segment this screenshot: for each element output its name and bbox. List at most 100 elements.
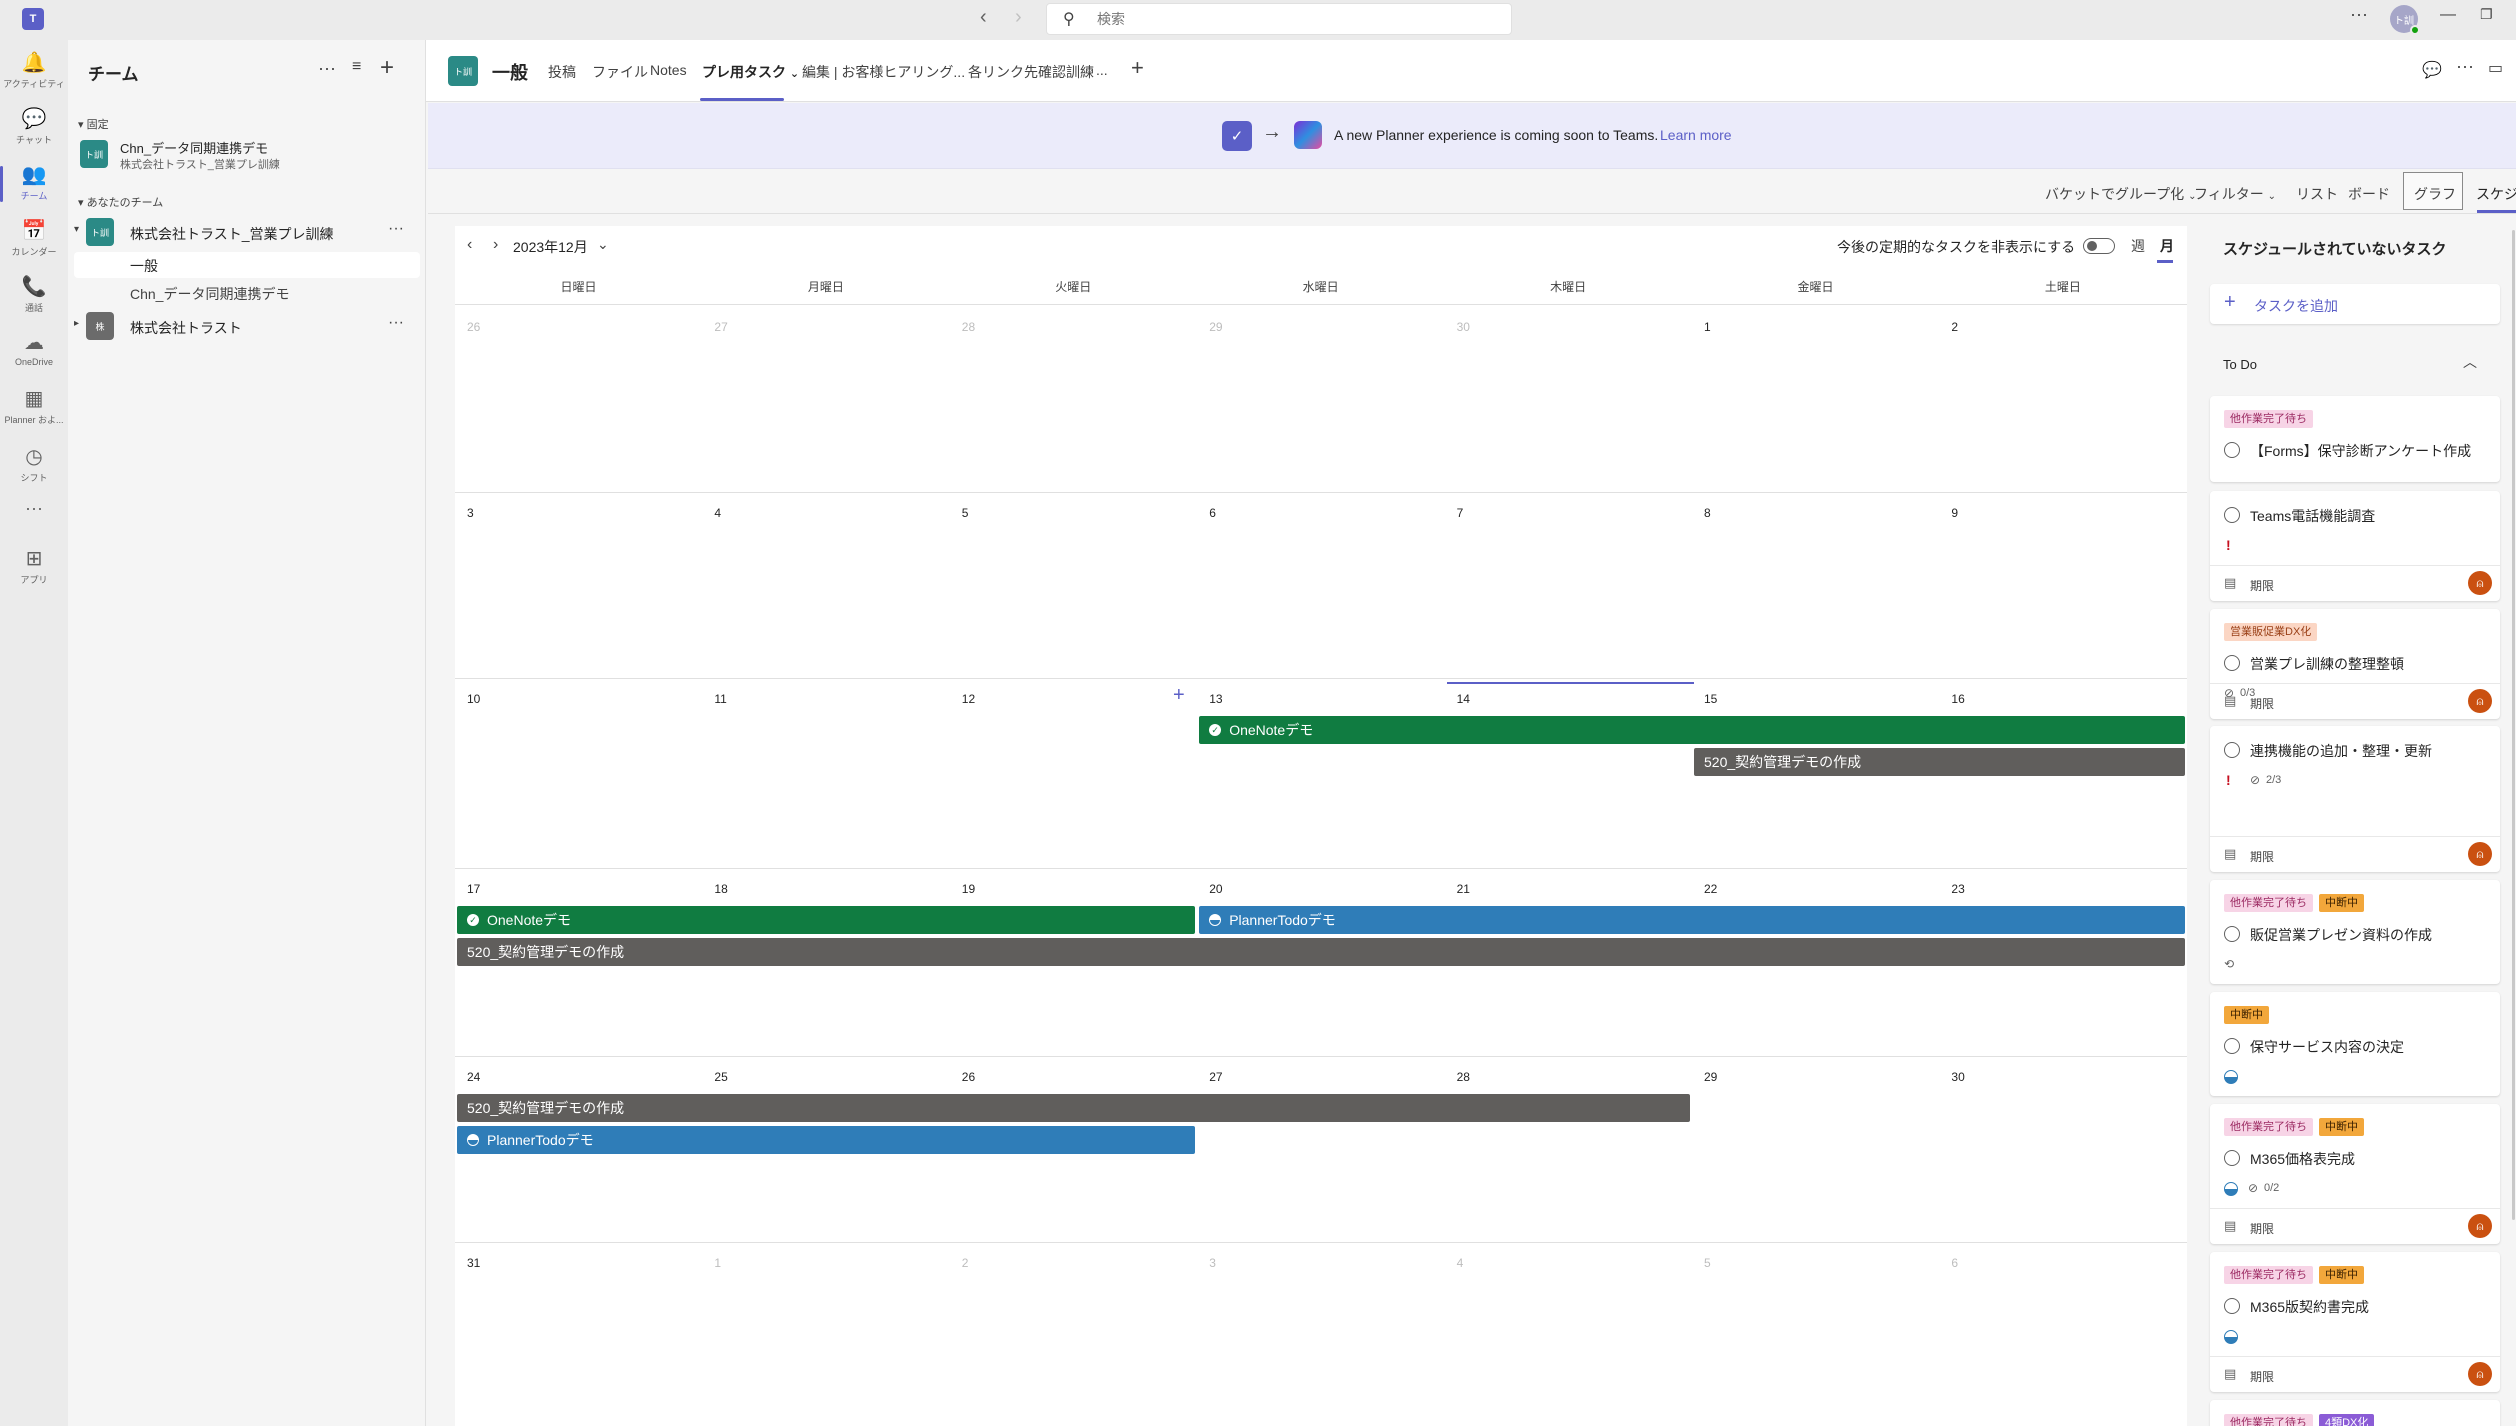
day-number[interactable]: 6: [1209, 506, 1216, 520]
day-number[interactable]: 2: [962, 1256, 969, 1270]
day-number[interactable]: 4: [1457, 1256, 1464, 1270]
day-number[interactable]: 28: [962, 320, 975, 334]
day-number[interactable]: 15: [1704, 692, 1717, 706]
due-date-label[interactable]: 期限: [2250, 695, 2274, 712]
forward-arrow-icon[interactable]: ›: [1015, 6, 1022, 29]
day-number[interactable]: 11: [714, 692, 726, 706]
day-number[interactable]: 13: [1209, 692, 1222, 706]
back-arrow-icon[interactable]: ‹: [980, 6, 987, 29]
day-number[interactable]: 1: [714, 1256, 721, 1270]
rail-item-phone[interactable]: 📞 通話: [0, 268, 68, 324]
bucket-header[interactable]: To Do: [2223, 357, 2257, 372]
tab-posts[interactable]: 投稿: [548, 62, 576, 82]
day-number[interactable]: 2: [1951, 320, 1958, 334]
tab-edit-hearing[interactable]: 編集 | お客様ヒアリング...: [802, 62, 965, 82]
video-icon[interactable]: ▭: [2488, 58, 2503, 78]
add-task-button[interactable]: + タスクを追加: [2210, 284, 2500, 324]
team-row-sales-training[interactable]: ▾ ト訓 株式会社トラスト_営業プレ訓練 ···: [74, 216, 416, 250]
task-card[interactable]: 営業販促業DX化 営業プレ訓練の整理整頓 ⊘ 0/3 ▤ 期限 ⍝: [2210, 609, 2500, 719]
rail-item-chat[interactable]: 💬 チャット: [0, 100, 68, 156]
assignee-avatar-icon[interactable]: ⍝: [2468, 1214, 2492, 1238]
day-number[interactable]: 30: [1951, 1070, 1964, 1084]
day-number[interactable]: 17: [467, 882, 480, 896]
day-number[interactable]: 29: [1704, 1070, 1717, 1084]
day-number[interactable]: 5: [1704, 1256, 1711, 1270]
rail-item-cloud[interactable]: ☁ OneDrive: [0, 324, 68, 380]
next-month-icon[interactable]: ›: [493, 236, 498, 254]
rail-item-planner[interactable]: ▦ Planner およ...: [0, 380, 68, 436]
your-teams-section-header[interactable]: ▾ あなたのチーム: [78, 194, 163, 210]
task-card[interactable]: 連携機能の追加・整理・更新! ⊘ 2/3 ▤ 期限 ⍝: [2210, 726, 2500, 872]
learn-more-link[interactable]: Learn more: [1660, 127, 1732, 143]
due-date-label[interactable]: 期限: [2250, 1368, 2274, 1385]
tab-planner-tasks[interactable]: プレ用タスク ⌄: [702, 62, 799, 82]
minimize-icon[interactable]: —: [2440, 6, 2456, 24]
day-number[interactable]: 23: [1951, 882, 1964, 896]
day-number[interactable]: 31: [467, 1256, 480, 1270]
assignee-avatar-icon[interactable]: ⍝: [2468, 842, 2492, 866]
tab-more[interactable]: ...: [1096, 62, 1108, 78]
calendar-event[interactable]: 520_契約管理デモの作成: [457, 938, 2185, 966]
complete-task-checkbox[interactable]: [2224, 507, 2240, 523]
due-date-label[interactable]: 期限: [2250, 577, 2274, 594]
day-number[interactable]: 1: [1704, 320, 1711, 334]
rail-item-calendar[interactable]: 📅 カレンダー: [0, 212, 68, 268]
view-list-button[interactable]: リスト: [2296, 184, 2338, 204]
task-card[interactable]: 他作業完了待ち 4類DX化: [2210, 1400, 2500, 1426]
expand-chevron-icon[interactable]: ▾: [74, 224, 79, 235]
task-card[interactable]: 他作業完了待ち 中断中 M365価格表完成 ⊘ 0/2 ▤ 期限 ⍝: [2210, 1104, 2500, 1244]
day-number[interactable]: 7: [1457, 506, 1464, 520]
tab-notes[interactable]: Notes: [650, 62, 687, 78]
calendar-event[interactable]: PlannerTodoデモ: [457, 1126, 1196, 1154]
add-icon[interactable]: +: [380, 54, 394, 82]
scrollbar[interactable]: [2512, 230, 2515, 1220]
avatar[interactable]: ト訓: [2390, 5, 2420, 35]
day-number[interactable]: 27: [714, 320, 727, 334]
day-number[interactable]: 10: [467, 692, 480, 706]
week-view-button[interactable]: 週: [2131, 236, 2145, 256]
complete-task-checkbox[interactable]: [2224, 1298, 2240, 1314]
rail-more-apps-icon[interactable]: ···: [0, 492, 68, 548]
day-number[interactable]: 14: [1457, 692, 1470, 706]
day-number[interactable]: 25: [714, 1070, 727, 1084]
more-options-icon[interactable]: ···: [318, 58, 336, 79]
add-tab-icon[interactable]: +: [1131, 55, 1144, 81]
group-by-dropdown[interactable]: バケットでグループ化 ⌄: [2045, 184, 2196, 204]
hide-recurring-toggle[interactable]: [2083, 238, 2115, 254]
pinned-section-header[interactable]: ▾ 固定: [78, 116, 109, 132]
complete-task-checkbox[interactable]: [2224, 442, 2240, 458]
calendar-event[interactable]: 520_契約管理デモの作成: [457, 1094, 1690, 1122]
day-number[interactable]: 12: [962, 692, 975, 706]
day-number[interactable]: 29: [1209, 320, 1222, 334]
day-number[interactable]: 24: [467, 1070, 480, 1084]
day-number[interactable]: 28: [1457, 1070, 1470, 1084]
chevron-up-icon[interactable]: ︿: [2463, 352, 2477, 372]
month-view-button[interactable]: 月: [2160, 236, 2174, 256]
complete-task-checkbox[interactable]: [2224, 926, 2240, 942]
day-number[interactable]: 9: [1951, 506, 1958, 520]
rail-item-bell[interactable]: 🔔 アクティビティ: [0, 44, 68, 100]
search-box[interactable]: ⚲: [1046, 3, 1512, 35]
day-number[interactable]: 16: [1951, 692, 1964, 706]
assignee-avatar-icon[interactable]: ⍝: [2468, 689, 2492, 713]
day-number[interactable]: 3: [467, 506, 474, 520]
collapse-chevron-icon[interactable]: ▸: [74, 318, 79, 329]
due-date-label[interactable]: 期限: [2250, 848, 2274, 865]
day-number[interactable]: 21: [1457, 882, 1470, 896]
search-input[interactable]: [1097, 9, 1497, 29]
channel-data-sync[interactable]: Chn_データ同期連携デモ: [130, 284, 289, 304]
day-number[interactable]: 18: [714, 882, 727, 896]
complete-task-checkbox[interactable]: [2224, 1038, 2240, 1054]
maximize-icon[interactable]: ❐: [2480, 6, 2493, 23]
more-options-icon[interactable]: ···: [2350, 4, 2368, 25]
chevron-down-icon[interactable]: ⌄: [597, 236, 609, 253]
filter-dropdown[interactable]: フィルター ⌄: [2194, 184, 2276, 204]
day-number[interactable]: 3: [1209, 1256, 1216, 1270]
day-number[interactable]: 22: [1704, 882, 1717, 896]
current-month-label[interactable]: 2023年12月: [513, 237, 588, 257]
complete-task-checkbox[interactable]: [2224, 655, 2240, 671]
calendar-event[interactable]: 520_契約管理デモの作成: [1694, 748, 2185, 776]
day-number[interactable]: 20: [1209, 882, 1222, 896]
assignee-avatar-icon[interactable]: ⍝: [2468, 571, 2492, 595]
task-card[interactable]: 他作業完了待ち 【Forms】保守診断アンケート作成: [2210, 396, 2500, 482]
